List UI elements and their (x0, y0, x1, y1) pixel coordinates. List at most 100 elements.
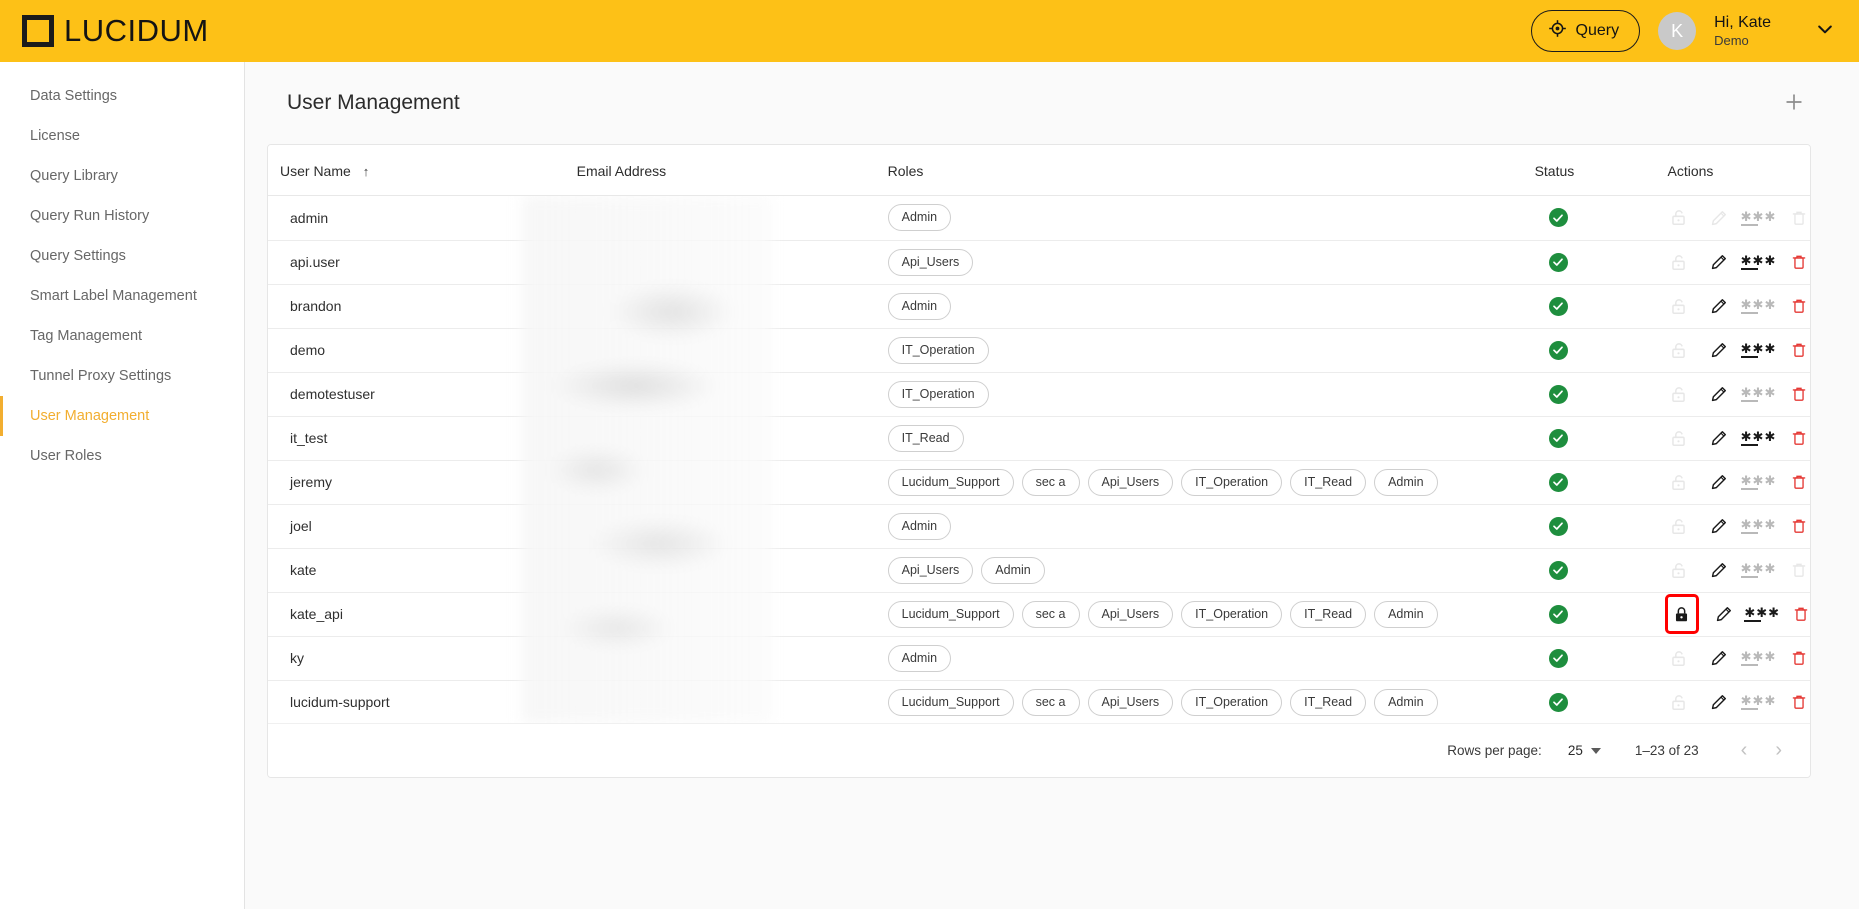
cell-roles: Lucidum_Support sec a Api_Users IT_Operatio… (887, 460, 1535, 505)
role-chip[interactable]: IT_Operation (1181, 600, 1283, 628)
trash-delete-icon[interactable] (1788, 383, 1810, 405)
role-chip[interactable]: Admin (1374, 688, 1438, 716)
brand-logo[interactable]: LUCIDUM (22, 13, 209, 49)
role-chip[interactable]: Api_Users (1087, 600, 1174, 628)
column-header-user-name[interactable]: User Name ↑ (268, 145, 577, 196)
unlock-icon (1668, 471, 1690, 493)
role-chip[interactable]: IT_Read (1290, 688, 1367, 716)
role-chip[interactable]: Admin (887, 644, 952, 672)
password-icon[interactable]: ✱✱✱ (1744, 603, 1779, 625)
table-row[interactable]: demo IT_Operation ✱✱✱ (268, 328, 1810, 373)
column-header-status[interactable]: Status (1534, 145, 1668, 196)
sidebar-item-license[interactable]: License (0, 116, 244, 156)
role-chip[interactable]: IT_Read (1290, 468, 1367, 496)
password-icon[interactable]: ✱✱✱ (1740, 251, 1775, 273)
cell-status (1534, 196, 1668, 241)
role-chip[interactable]: Lucidum_Support (887, 688, 1014, 716)
sidebar-item-data-settings[interactable]: Data Settings (0, 76, 244, 116)
pencil-edit-icon[interactable] (1714, 603, 1733, 625)
pencil-edit-icon[interactable] (1708, 383, 1730, 405)
avatar[interactable]: K (1658, 12, 1697, 50)
role-chip[interactable]: Admin (981, 556, 1045, 584)
role-chip[interactable]: IT_Operation (1181, 468, 1283, 496)
rows-per-page-select[interactable]: 25 (1568, 743, 1601, 758)
table-row[interactable]: demotestuser IT_Operation ✱✱✱ (268, 372, 1810, 417)
pencil-edit-icon[interactable] (1708, 339, 1730, 361)
role-chip[interactable]: IT_Operation (887, 336, 989, 364)
square-outline-logo-icon (22, 15, 54, 47)
role-chip[interactable]: Api_Users (887, 556, 974, 584)
column-header-actions: Actions (1667, 145, 1810, 196)
role-chip[interactable]: Admin (1374, 468, 1438, 496)
lock-icon[interactable] (1664, 594, 1700, 634)
role-chip[interactable]: sec a (1021, 600, 1080, 628)
table-row[interactable]: brandon Admin ✱✱✱ (268, 284, 1810, 329)
role-chip[interactable]: Lucidum_Support (887, 600, 1014, 628)
role-chip[interactable]: IT_Operation (1181, 688, 1283, 716)
role-chip-group: Admin (887, 204, 1535, 232)
pencil-edit-icon[interactable] (1708, 559, 1730, 581)
role-chip[interactable]: Api_Users (1087, 468, 1174, 496)
pencil-edit-icon[interactable] (1708, 471, 1730, 493)
table-row[interactable]: lucidum-support Lucidum_Support sec a Api_U… (268, 680, 1810, 723)
chevron-down-icon[interactable] (1815, 19, 1835, 44)
role-chip[interactable]: Lucidum_Support (887, 468, 1014, 496)
cell-actions: ✱✱✱ (1667, 680, 1810, 723)
table-row[interactable]: api.user Api_Users ✱✱✱ (268, 240, 1810, 285)
table-row[interactable]: joel Admin ✱✱✱ (268, 504, 1810, 549)
sidebar-item-query-run-history[interactable]: Query Run History (0, 196, 244, 236)
role-chip[interactable]: sec a (1021, 468, 1080, 496)
role-chip[interactable]: IT_Operation (887, 380, 989, 408)
trash-delete-icon[interactable] (1788, 691, 1810, 713)
role-chip[interactable]: Admin (887, 292, 952, 320)
role-chip[interactable]: IT_Read (1290, 600, 1367, 628)
sidebar-item-query-settings[interactable]: Query Settings (0, 236, 244, 276)
sidebar-item-query-library[interactable]: Query Library (0, 156, 244, 196)
previous-page-button[interactable]: ‹ (1735, 739, 1754, 762)
trash-delete-icon[interactable] (1788, 515, 1810, 537)
pencil-edit-icon[interactable] (1708, 515, 1730, 537)
password-icon[interactable]: ✱✱✱ (1740, 427, 1775, 449)
unlock-icon (1668, 691, 1690, 713)
pencil-edit-icon[interactable] (1708, 427, 1730, 449)
role-chip[interactable]: Api_Users (1087, 688, 1174, 716)
trash-delete-icon[interactable] (1788, 647, 1810, 669)
role-chip[interactable]: Api_Users (887, 248, 974, 276)
column-header-roles[interactable]: Roles (887, 145, 1535, 196)
sidebar-item-tag-management[interactable]: Tag Management (0, 316, 244, 356)
pencil-edit-icon[interactable] (1708, 251, 1730, 273)
role-chip[interactable]: Admin (1374, 600, 1438, 628)
table-row[interactable]: it_test IT_Read ✱✱✱ (268, 416, 1810, 461)
trash-delete-icon[interactable] (1788, 427, 1810, 449)
table-row[interactable]: jeremy Lucidum_Support sec a Api_Users IT_Op… (268, 460, 1810, 505)
table-scroll-region[interactable]: admin Admin ✱✱✱ api.user Api_Users ✱✱✱ brandon… (268, 196, 1810, 723)
sidebar-item-user-management[interactable]: User Management (0, 396, 244, 436)
pencil-edit-icon[interactable] (1708, 691, 1730, 713)
table-row[interactable]: ky Admin ✱✱✱ (268, 636, 1810, 681)
password-icon[interactable]: ✱✱✱ (1740, 339, 1775, 361)
trash-delete-icon[interactable] (1788, 339, 1810, 361)
next-page-button[interactable]: › (1769, 739, 1788, 762)
table-row[interactable]: kate_api Lucidum_Support sec a Api_Users IT_… (268, 592, 1810, 637)
trash-delete-icon[interactable] (1791, 603, 1810, 625)
pencil-edit-icon[interactable] (1708, 647, 1730, 669)
trash-delete-icon[interactable] (1788, 295, 1810, 317)
cell-email-redacted (576, 680, 888, 723)
trash-delete-icon[interactable] (1788, 471, 1810, 493)
trash-delete-icon[interactable] (1788, 251, 1810, 273)
pencil-edit-icon[interactable] (1708, 295, 1730, 317)
role-chip-group: Admin (887, 644, 1535, 672)
column-header-email[interactable]: Email Address (576, 145, 888, 196)
query-button[interactable]: Query (1530, 10, 1641, 52)
role-chip[interactable]: Admin (887, 512, 952, 540)
role-chip[interactable]: IT_Read (887, 424, 964, 452)
table-row[interactable]: kate Api_Users Admin ✱✱✱ (268, 548, 1810, 593)
sidebar-item-user-roles[interactable]: User Roles (0, 436, 244, 476)
page-title: User Management (287, 91, 460, 114)
role-chip[interactable]: Admin (887, 204, 952, 232)
add-user-button[interactable] (1779, 88, 1809, 118)
sidebar-item-tunnel-proxy-settings[interactable]: Tunnel Proxy Settings (0, 356, 244, 396)
sidebar-item-smart-label-management[interactable]: Smart Label Management (0, 276, 244, 316)
role-chip[interactable]: sec a (1021, 688, 1080, 716)
table-row[interactable]: admin Admin ✱✱✱ (268, 196, 1810, 241)
